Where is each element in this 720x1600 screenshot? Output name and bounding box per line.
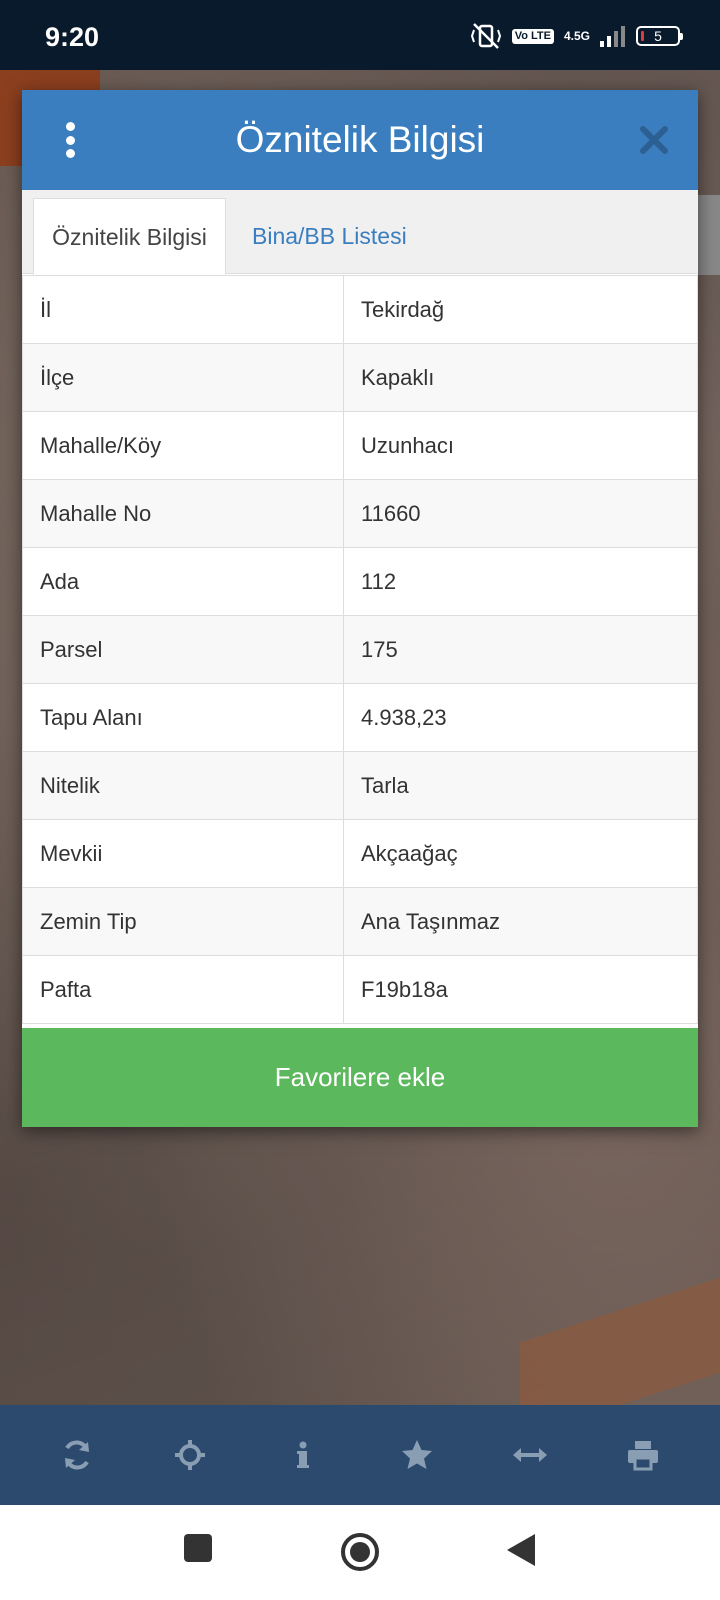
table-row: İlçe Kapaklı [22,343,698,412]
row-value: 112 [343,547,698,616]
row-value: Tarla [343,751,698,820]
network-type: 4.5G [563,29,590,43]
table-row: Zemin Tip Ana Taşınmaz [22,887,698,956]
add-favorite-button[interactable]: Favorilere ekle [22,1028,698,1127]
more-vert-icon[interactable] [60,122,80,158]
status-bar: 9:20 Vo LTE 4.5G 5 [0,0,720,70]
recents-icon[interactable] [182,1532,214,1564]
table-row: Mevkii Akçaağaç [22,819,698,888]
volte-badge: Vo LTE [511,28,554,44]
table-row: Pafta F19b18a [22,955,698,1024]
row-value: Ana Taşınmaz [343,887,698,956]
dialog-header: Öznitelik Bilgisi [22,90,698,190]
map-toolbar [0,1405,720,1505]
map-scrollbar[interactable] [698,195,720,275]
measure-icon [512,1448,547,1462]
row-key: Mahalle No [22,479,344,548]
row-value: 175 [343,615,698,684]
tab-bar: Öznitelik Bilgisi Bina/BB Listesi [22,190,698,275]
row-key: Pafta [22,955,344,1024]
measure-button[interactable] [508,1433,552,1477]
row-key: Mevkii [22,819,344,888]
row-key: Mahalle/Köy [22,411,344,480]
attribute-table: İl Tekirdağ İlçe Kapaklı Mahalle/Köy Uzunha… [22,275,698,1024]
locate-button[interactable] [168,1433,212,1477]
row-value: Kapaklı [343,343,698,412]
row-key: Zemin Tip [22,887,344,956]
tab-attribute-info[interactable]: Öznitelik Bilgisi [33,198,226,275]
favorites-button[interactable] [395,1433,439,1477]
table-row: Parsel 175 [22,615,698,684]
row-key: Tapu Alanı [22,683,344,752]
table-row: Nitelik Tarla [22,751,698,820]
row-value: 4.938,23 [343,683,698,752]
close-icon[interactable] [634,120,674,160]
attribute-dialog: Öznitelik Bilgisi Öznitelik Bilgisi Bina… [22,90,698,1127]
tab-building-list[interactable]: Bina/BB Listesi [234,198,425,275]
battery-level: 5 [654,28,662,44]
row-key: Ada [22,547,344,616]
row-key: Parsel [22,615,344,684]
print-button[interactable] [621,1433,665,1477]
table-row: Tapu Alanı 4.938,23 [22,683,698,752]
star-icon [401,1440,432,1469]
row-value: Tekirdağ [343,275,698,344]
row-value: 11660 [343,479,698,548]
info-button[interactable] [281,1433,325,1477]
refresh-button[interactable] [55,1433,99,1477]
row-key: İlçe [22,343,344,412]
dialog-title: Öznitelik Bilgisi [235,119,485,160]
row-value: Uzunhacı [343,411,698,480]
status-icons: Vo LTE 4.5G 5 [470,22,683,50]
row-key: Nitelik [22,751,344,820]
table-row: Mahalle/Köy Uzunhacı [22,411,698,480]
crosshair-icon [174,1440,205,1470]
row-value: Akçaağaç [343,819,698,888]
status-time: 9:20 [45,22,100,52]
vibrate-off-icon [470,23,501,49]
back-icon[interactable] [505,1532,537,1568]
signal-icon [600,26,625,47]
info-icon [297,1441,310,1468]
print-icon [628,1441,659,1471]
row-key: İl [22,275,344,344]
table-row: Ada 112 [22,547,698,616]
refresh-icon [64,1440,89,1470]
table-row: Mahalle No 11660 [22,479,698,548]
row-value: F19b18a [343,955,698,1024]
home-icon[interactable] [340,1532,380,1572]
battery-icon: 5 [636,26,683,46]
table-row: İl Tekirdağ [22,275,698,344]
system-navigation [0,1505,720,1600]
